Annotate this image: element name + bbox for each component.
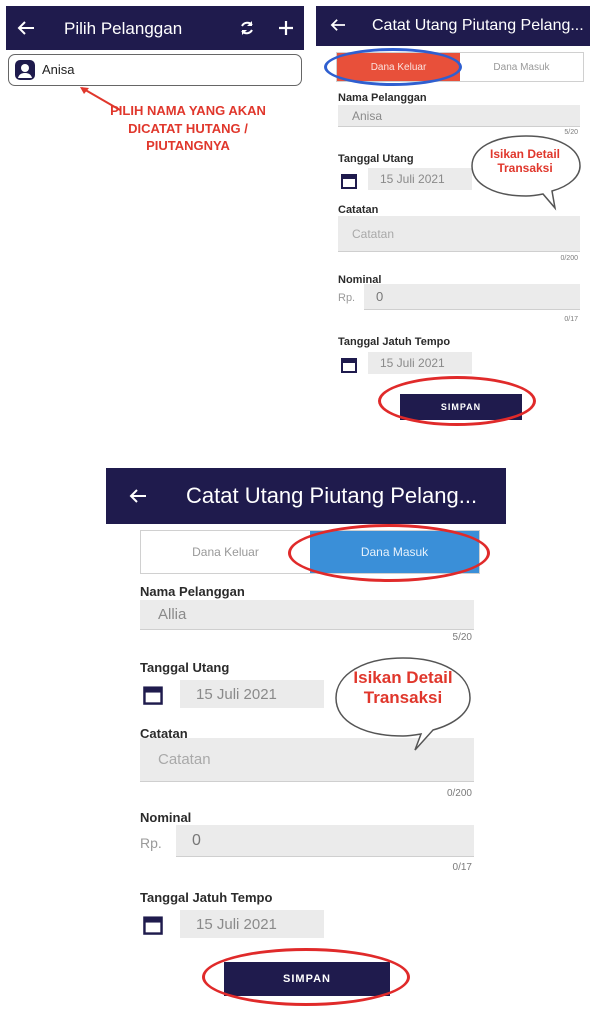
nominal-counter: 0/17 [564,316,578,323]
nominal-input[interactable]: 0 [364,284,580,310]
rp-prefix: Rp. [140,835,162,851]
arrow-left-icon[interactable] [128,488,148,504]
catatan-label: Catatan [338,204,379,216]
annotation-line: PIUTANGNYA [146,138,230,154]
bubble-line: Transaksi [363,687,443,707]
app-bar: Catat Utang Piutang Pelang... [316,6,590,46]
tanggal-input[interactable]: 15 Juli 2021 [180,680,324,708]
bubble-text: Isikan Detail Transaksi [346,668,460,707]
tab-dana-masuk[interactable]: Dana Masuk [460,53,583,81]
nama-counter: 5/20 [452,632,472,643]
app-bar: Pilih Pelanggan [6,6,304,50]
app-bar: Catat Utang Piutang Pelang... [106,468,506,524]
bubble-line: Transaksi [497,160,553,175]
arrow-left-icon[interactable] [330,18,346,32]
panel-select-customer: Pilih Pelanggan Anisa PILIH NAMA YANG AK… [6,6,304,296]
catatan-counter: 0/200 [560,255,578,262]
highlight-ring [288,524,490,582]
annotation-text: PILIH NAMA YANG AKAN DICATAT HUTANG / PI… [88,102,288,155]
bubble-line: Isikan Detail [353,668,453,687]
calendar-icon[interactable] [340,172,358,190]
tanggal-label: Tanggal Utang [338,153,414,165]
highlight-ring [324,48,462,86]
jatuh-tempo-label: Tanggal Jatuh Tempo [338,336,451,348]
calendar-icon[interactable] [142,914,164,936]
tanggal-input[interactable]: 15 Juli 2021 [368,168,472,190]
page-title: Pilih Pelanggan [64,19,183,38]
annotation-line: PILIH NAMA YANG AKAN [110,103,266,118]
arrow-left-icon[interactable] [16,18,36,38]
customer-list-item[interactable]: Anisa [8,54,302,86]
refresh-icon[interactable] [238,19,256,37]
panel-record-keluar: Catat Utang Piutang Pelang... Dana Kelua… [316,6,590,430]
nama-input[interactable]: Anisa [338,105,580,127]
annotation-line: DICATAT HUTANG / [128,120,248,136]
catatan-input[interactable]: Catatan [338,216,580,252]
tab-dana-keluar[interactable]: Dana Keluar [141,531,310,573]
bubble-text: Isikan Detail Transaksi [482,147,568,176]
nama-label: Nama Pelanggan [338,92,427,104]
nama-label: Nama Pelanggan [140,584,245,599]
jatuh-tempo-input[interactable]: 15 Juli 2021 [180,910,324,938]
nominal-input[interactable]: 0 [176,825,474,857]
rp-prefix: Rp. [338,292,356,304]
nama-input[interactable]: Allia [140,600,474,630]
bubble-line: Isikan Detail [489,147,561,161]
calendar-icon[interactable] [142,684,164,706]
plus-icon[interactable] [276,18,296,38]
nominal-label: Nominal [140,810,192,825]
person-icon [15,60,35,80]
calendar-icon[interactable] [340,356,358,374]
page-title: Catat Utang Piutang Pelang... [186,483,478,508]
page-title: Catat Utang Piutang Pelang... [372,17,584,34]
jatuh-tempo-input[interactable]: 15 Juli 2021 [368,352,472,374]
panel-record-masuk: Catat Utang Piutang Pelang... Dana Kelua… [106,468,506,1008]
tanggal-label: Tanggal Utang [140,660,230,675]
catatan-counter: 0/200 [446,788,472,799]
highlight-ring [202,948,410,1006]
customer-name: Anisa [42,62,75,77]
jatuh-tempo-label: Tanggal Jatuh Tempo [140,890,273,905]
highlight-ring [378,376,536,426]
nominal-counter: 0/17 [452,862,472,873]
